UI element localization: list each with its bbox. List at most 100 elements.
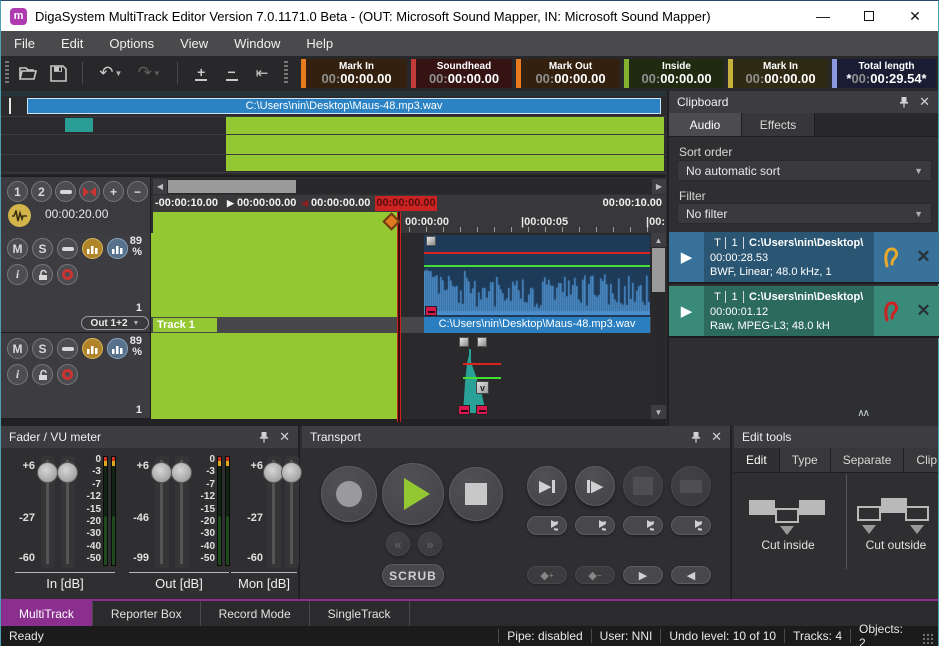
solo-button[interactable]: S xyxy=(32,338,53,359)
close-panel-icon[interactable]: ✕ xyxy=(279,429,290,445)
next-marker-button[interactable]: ▶ xyxy=(623,566,663,584)
tab-separate[interactable]: Separate xyxy=(831,448,905,472)
delete-clip-icon[interactable]: ✕ xyxy=(907,286,939,336)
tab-record-mode[interactable]: Record Mode xyxy=(201,601,310,626)
zoom-plus-button[interactable]: + xyxy=(103,181,124,202)
zoom-in-icon[interactable]: + xyxy=(188,60,214,86)
toolbar-grip[interactable] xyxy=(284,61,288,85)
close-panel-icon[interactable]: ✕ xyxy=(711,429,722,445)
prelisten-ear-icon[interactable] xyxy=(874,232,907,282)
scroll-left-icon[interactable]: ◀ xyxy=(153,179,167,194)
undo-icon[interactable]: ↶▼ xyxy=(94,60,128,86)
fader-knob[interactable] xyxy=(37,462,58,483)
scrub-button[interactable]: SCRUB xyxy=(382,564,444,587)
audio-object-1-label[interactable]: C:\Users\nin\Desktop\Maus-48.mp3.wav xyxy=(424,317,650,333)
loop-button-4[interactable] xyxy=(671,516,711,535)
solo-button[interactable]: S xyxy=(32,238,53,259)
maximize-button[interactable] xyxy=(846,1,892,31)
object-level-line-green[interactable] xyxy=(463,377,501,379)
collapse-button[interactable] xyxy=(55,181,76,202)
filter-select[interactable]: No filter▼ xyxy=(677,203,932,224)
overview-file-bar[interactable]: C:\Users\nin\Desktop\Maus-48.mp3.wav xyxy=(27,98,661,114)
sort-order-select[interactable]: No automatic sort▼ xyxy=(677,160,932,181)
save-icon[interactable] xyxy=(46,60,72,86)
clipboard-item[interactable]: ▶ T1C:\Users\nin\Desktop\ 00:00:01.12 Ra… xyxy=(669,286,939,338)
track1-area[interactable] xyxy=(151,233,651,317)
play-between-marks-button[interactable]: ▶ xyxy=(623,466,663,506)
open-file-icon[interactable] xyxy=(15,60,41,86)
meter-blue-button[interactable] xyxy=(107,338,128,359)
fader-in-left[interactable] xyxy=(41,456,55,568)
loop-button-1[interactable] xyxy=(527,516,567,535)
timeline-label-row[interactable]: -00:00:10.00 ▶ 00:00:00.00 ◀ 00:00:00.00… xyxy=(153,195,666,212)
tab-clip-insert[interactable]: Clip & I xyxy=(904,448,938,472)
lock-button[interactable] xyxy=(32,364,53,385)
track1-name-chip[interactable]: Track 1 xyxy=(153,318,217,332)
play-clip-icon[interactable]: ▶ xyxy=(669,286,704,336)
record-button[interactable] xyxy=(321,466,377,522)
chevron-up-icon[interactable]: ∧∧ xyxy=(857,408,868,419)
marker-flag-icon[interactable]: ▶ xyxy=(227,198,234,209)
menu-help[interactable]: Help xyxy=(293,31,346,56)
zoom-minus-button[interactable]: − xyxy=(127,181,148,202)
stop-button[interactable] xyxy=(449,467,503,521)
track2-area[interactable]: v xyxy=(151,333,651,419)
fader-knob[interactable] xyxy=(281,462,302,483)
remove-marker-button[interactable] xyxy=(476,405,488,415)
menu-file[interactable]: File xyxy=(1,31,48,56)
waveform-zoom-icon[interactable] xyxy=(8,204,31,227)
close-button[interactable]: ✕ xyxy=(892,1,938,31)
track1-output-select[interactable]: Out 1+2▼ xyxy=(81,316,149,330)
play-skip-button[interactable]: ▶▶ xyxy=(671,466,711,506)
info-button[interactable]: i xyxy=(7,264,28,285)
mark-zoom-icon[interactable] xyxy=(79,181,100,202)
fader-knob[interactable] xyxy=(171,462,192,483)
object-level-line-red[interactable] xyxy=(463,363,501,365)
play-button[interactable] xyxy=(382,463,444,525)
pin-icon[interactable] xyxy=(259,431,269,443)
rewind-button[interactable]: « xyxy=(386,532,410,556)
resize-grip[interactable] xyxy=(922,633,934,645)
mute-button[interactable]: M xyxy=(7,238,28,259)
marker-flag-icon[interactable]: ◀ xyxy=(301,198,308,209)
add-marker-button[interactable]: ◆+ xyxy=(527,566,567,584)
tab-type[interactable]: Type xyxy=(780,448,831,472)
prev-marker-button[interactable]: ◀ xyxy=(671,566,711,584)
close-panel-icon[interactable]: ✕ xyxy=(919,94,930,110)
menu-edit[interactable]: Edit xyxy=(48,31,96,56)
pin-icon[interactable] xyxy=(899,96,909,108)
play-from-mark-button[interactable]: ▶ xyxy=(575,466,615,506)
object-level-line-red[interactable] xyxy=(424,252,650,254)
lock-button[interactable] xyxy=(32,264,53,285)
fader-mon-right[interactable] xyxy=(285,456,299,568)
pin-icon[interactable] xyxy=(691,431,701,443)
fade-handle[interactable] xyxy=(459,337,469,347)
forward-button[interactable]: » xyxy=(418,532,442,556)
scrollbar-thumb[interactable] xyxy=(652,248,665,292)
select-2-button[interactable]: 2 xyxy=(31,181,52,202)
tab-singletrack[interactable]: SingleTrack xyxy=(310,601,410,626)
fader-out-right[interactable] xyxy=(175,456,189,568)
delete-clip-icon[interactable]: ✕ xyxy=(907,232,939,282)
remove-marker-button[interactable] xyxy=(425,306,437,316)
fade-handle[interactable] xyxy=(426,236,436,246)
playhead-line[interactable] xyxy=(397,212,401,422)
play-to-end-button[interactable]: ▶ xyxy=(527,466,567,506)
minimize-button[interactable]: — xyxy=(800,1,846,31)
fade-handle[interactable] xyxy=(477,337,487,347)
menu-window[interactable]: Window xyxy=(221,31,293,56)
meter-orange-button[interactable] xyxy=(82,338,103,359)
volume-point-marker[interactable]: v xyxy=(476,381,489,394)
menu-view[interactable]: View xyxy=(167,31,221,56)
scroll-up-icon[interactable]: ▲ xyxy=(651,233,666,247)
fader-knob[interactable] xyxy=(57,462,78,483)
cut-inside-button[interactable]: Cut inside xyxy=(742,496,834,552)
tab-edit[interactable]: Edit xyxy=(734,448,780,472)
vertical-scrollbar[interactable]: ▲ ▼ xyxy=(651,233,666,419)
horizontal-scrollbar[interactable]: ◀ ▶ xyxy=(153,179,666,194)
loop-button-2[interactable] xyxy=(575,516,615,535)
scroll-right-icon[interactable]: ▶ xyxy=(652,179,666,194)
fader-out-left[interactable] xyxy=(155,456,169,568)
collapse-track-button[interactable] xyxy=(57,238,78,259)
scroll-down-icon[interactable]: ▼ xyxy=(651,405,666,419)
